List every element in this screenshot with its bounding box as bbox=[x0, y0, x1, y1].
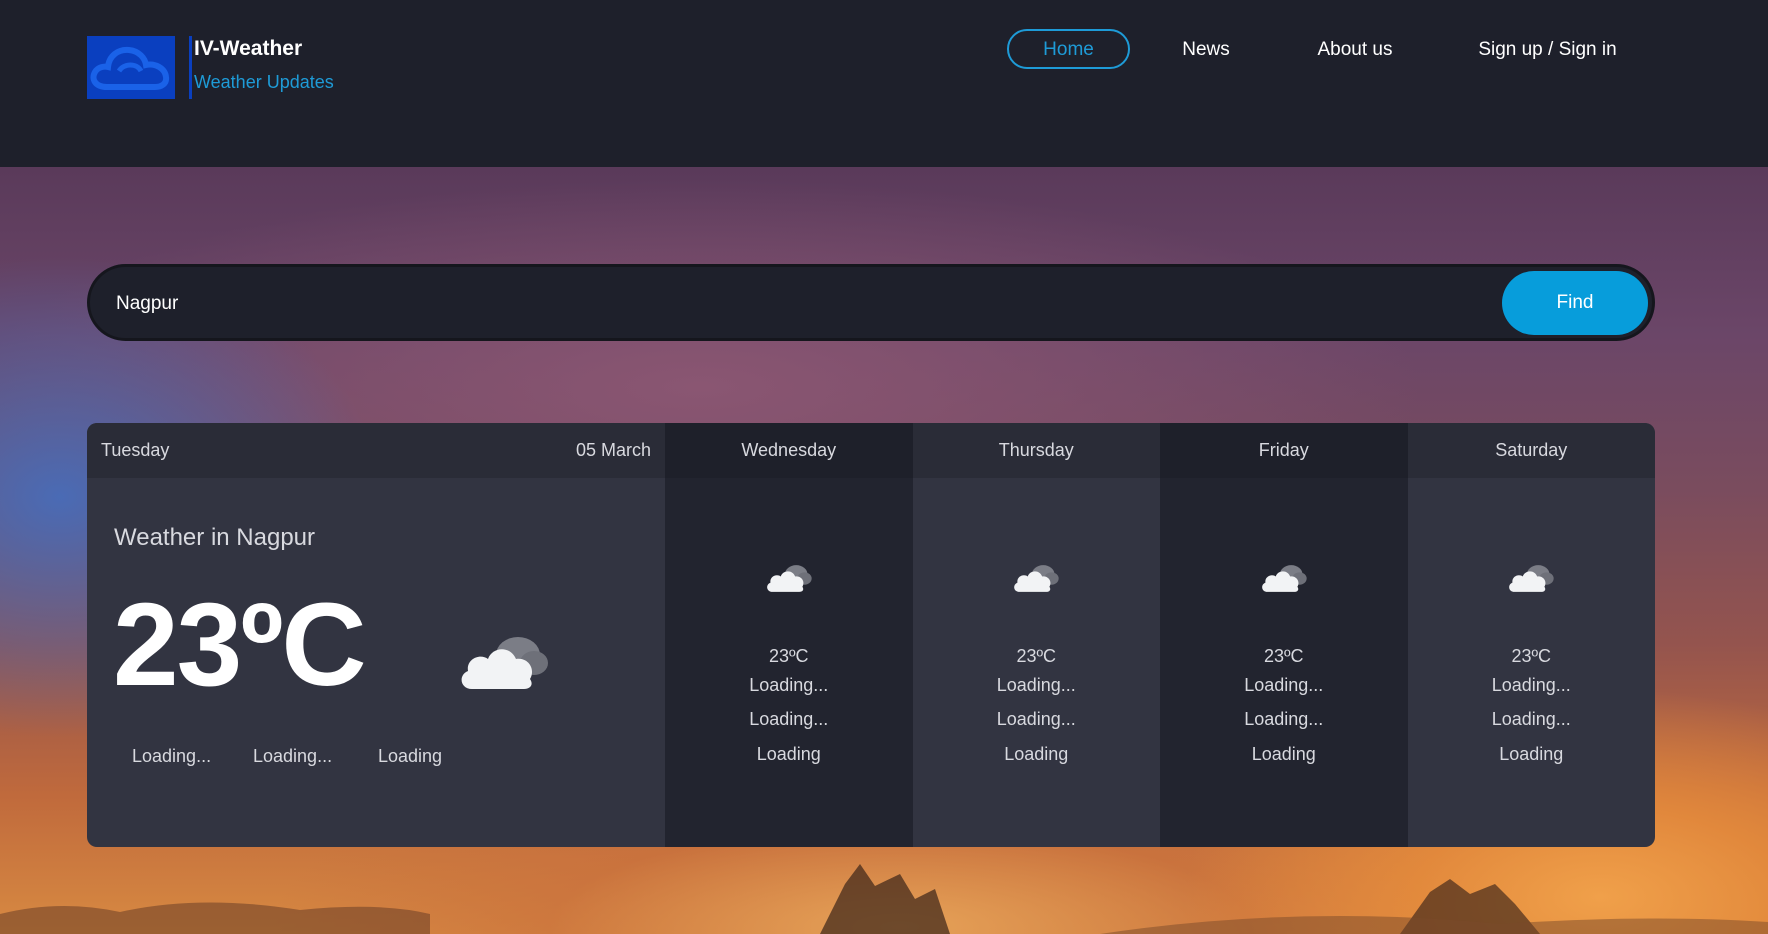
cloud-logo-icon bbox=[90, 46, 170, 90]
forecast-loading-3: Loading bbox=[1251, 744, 1316, 764]
forecast-day-name: Saturday bbox=[1407, 423, 1655, 478]
forecast-loading-2: Loading... bbox=[1244, 709, 1324, 729]
tree-silhouette bbox=[0, 864, 1768, 934]
forecast-day-card: Saturday 23ºC Loading... Loading... Load… bbox=[1407, 423, 1655, 847]
forecast-panel: Tuesday 05 March Weather in Nagpur 23ºC … bbox=[87, 423, 1655, 847]
location-title: Weather in Nagpur bbox=[114, 524, 315, 551]
forecast-day-card: Wednesday 23ºC Loading... Loading... Loa… bbox=[665, 423, 913, 847]
today-header: Tuesday 05 March bbox=[87, 423, 665, 478]
forecast-temp: 23ºC bbox=[1511, 646, 1552, 666]
forecast-day-name: Friday bbox=[1160, 423, 1408, 478]
find-button[interactable]: Find bbox=[1502, 271, 1648, 335]
header: IV-Weather Weather Updates Home News Abo… bbox=[0, 0, 1768, 167]
forecast-loading-1: Loading... bbox=[1244, 675, 1324, 695]
forecast-loading-2: Loading... bbox=[996, 709, 1076, 729]
forecast-day-card: Thursday 23ºC Loading... Loading... Load… bbox=[912, 423, 1160, 847]
nav-news[interactable]: News bbox=[1170, 30, 1242, 70]
cloud-icon bbox=[1011, 561, 1061, 600]
forecast-temp: 23ºC bbox=[768, 646, 809, 666]
forecast-loading-3: Loading bbox=[1499, 744, 1564, 764]
search-bar: Find bbox=[87, 264, 1655, 341]
stat-3: Loading bbox=[378, 746, 443, 766]
logo[interactable] bbox=[87, 36, 175, 99]
today-date: 05 March bbox=[575, 440, 651, 460]
brand-name: IV-Weather bbox=[194, 37, 303, 60]
forecast-loading-3: Loading bbox=[1004, 744, 1069, 764]
forecast-loading-3: Loading bbox=[756, 744, 821, 764]
stat-1: Loading... bbox=[132, 746, 212, 766]
today-card: Tuesday 05 March Weather in Nagpur 23ºC … bbox=[87, 423, 665, 847]
nav-about-us[interactable]: About us bbox=[1305, 30, 1405, 70]
nav-sign-in[interactable]: Sign up / Sign in bbox=[1470, 30, 1625, 70]
today-day: Tuesday bbox=[101, 440, 170, 460]
cloud-icon bbox=[764, 561, 814, 600]
cloud-icon bbox=[1259, 561, 1309, 600]
brand-tagline: Weather Updates bbox=[194, 72, 334, 92]
forecast-loading-2: Loading... bbox=[749, 709, 829, 729]
forecast-loading-1: Loading... bbox=[749, 675, 829, 695]
cloud-icon bbox=[456, 629, 552, 700]
stat-2: Loading... bbox=[253, 746, 333, 766]
forecast-temp: 23ºC bbox=[1263, 646, 1304, 666]
forecast-loading-1: Loading... bbox=[996, 675, 1076, 695]
city-search-input[interactable] bbox=[114, 285, 1318, 323]
cloud-icon bbox=[1506, 561, 1556, 600]
forecast-day-name: Wednesday bbox=[665, 423, 913, 478]
forecast-loading-1: Loading... bbox=[1491, 675, 1571, 695]
forecast-temp: 23ºC bbox=[1016, 646, 1057, 666]
current-temperature: 23ºC bbox=[113, 579, 367, 711]
forecast-day-card: Friday 23ºC Loading... Loading... Loadin… bbox=[1160, 423, 1408, 847]
forecast-loading-2: Loading... bbox=[1491, 709, 1571, 729]
logo-divider bbox=[189, 36, 192, 99]
nav-home[interactable]: Home bbox=[1007, 29, 1130, 69]
forecast-day-name: Thursday bbox=[912, 423, 1160, 478]
